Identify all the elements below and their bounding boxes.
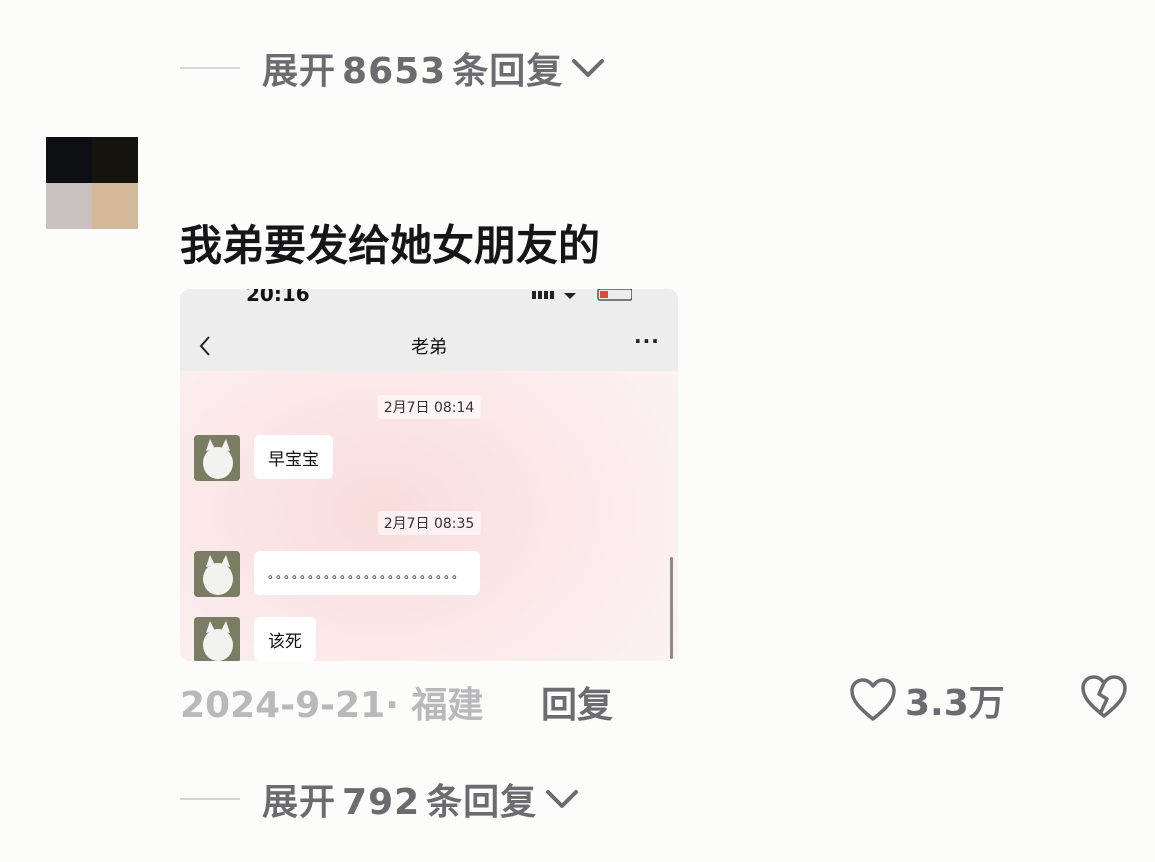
comment-thread: 展开 8653 条回复 我弟要发给她女朋友的 20:16 老弟 ··· 2月7日 0…	[0, 0, 1155, 862]
broken-heart-icon[interactable]	[1080, 674, 1128, 720]
chat-avatar	[194, 551, 240, 597]
reply-button[interactable]: 回复	[541, 676, 613, 728]
message-timestamp: 2月7日 08:14	[377, 395, 481, 419]
chat-title: 老弟	[411, 337, 447, 358]
message-timestamp: 2月7日 08:35	[377, 511, 481, 535]
expand-replies-top[interactable]: 展开 8653 条回复	[180, 38, 605, 98]
cat-avatar-icon	[194, 435, 240, 481]
like-button[interactable]: 3.3万	[849, 674, 1005, 726]
comment-image[interactable]: 20:16 老弟 ··· 2月7日 08:14 早宝宝 2月7日 08:35 。…	[180, 289, 678, 661]
comment-date-location: 2024-9-21· 福建	[180, 685, 484, 726]
heart-icon	[850, 678, 896, 721]
cat-avatar-icon	[194, 551, 240, 597]
more-icon[interactable]: ···	[634, 329, 660, 353]
message-bubble: 该死	[254, 617, 316, 661]
signal-battery-icon	[532, 289, 632, 301]
divider-line	[180, 67, 240, 69]
expand-replies-bottom[interactable]: 展开 792 条回复	[180, 769, 579, 829]
comment-text: 我弟要发给她女朋友的	[180, 221, 601, 270]
cat-avatar-icon	[194, 617, 240, 661]
chevron-down-icon	[572, 59, 605, 77]
avatar[interactable]	[46, 137, 138, 229]
message-bubble: 。。。。。。。。。。。。。。。。。。。。。。。。	[254, 551, 481, 595]
expand-replies-label: 展开 792 条回复	[262, 782, 538, 823]
chat-avatar	[194, 435, 240, 481]
like-count: 3.3万	[905, 683, 1005, 724]
chat-avatar	[194, 617, 240, 661]
expand-replies-label: 展开 8653 条回复	[262, 51, 564, 92]
message-bubble: 早宝宝	[254, 435, 333, 479]
divider-line	[180, 798, 240, 800]
chevron-down-icon	[546, 790, 579, 808]
scrollbar	[670, 557, 673, 659]
